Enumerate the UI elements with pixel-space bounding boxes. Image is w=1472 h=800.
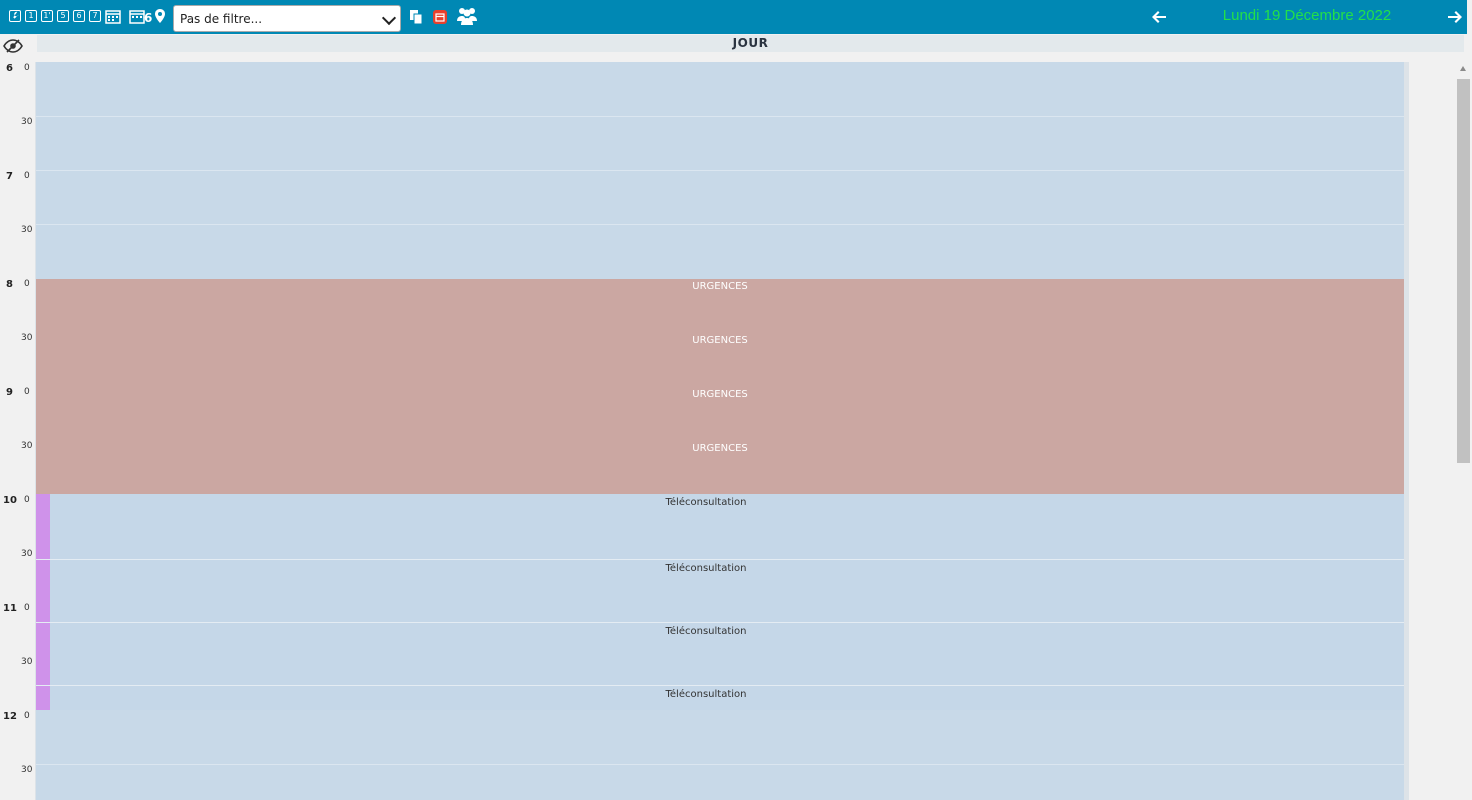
day-5-button[interactable]: 5: [57, 10, 69, 22]
filter-select[interactable]: Pas de filtre...: [173, 5, 401, 32]
urgences-label: URGENCES: [692, 281, 748, 292]
agenda-slot[interactable]: [36, 62, 1404, 116]
minute-label: 30: [21, 333, 33, 343]
hour-label: 7: [6, 171, 13, 182]
teleconsultation-label: Téléconsultation: [665, 689, 747, 700]
minute-label: 30: [21, 441, 33, 451]
top-toolbar: 1 1' 5 6 7 6 Pas de filtre... Lundi 19 D…: [0, 0, 1467, 34]
day-1-button[interactable]: 1: [25, 10, 37, 22]
minute-label: 0: [24, 603, 30, 613]
minute-label: 30: [21, 657, 33, 667]
minute-label: 30: [21, 549, 33, 559]
teleconsultation-slot[interactable]: Téléconsultation: [36, 685, 1404, 710]
hour-label: 8: [6, 279, 13, 290]
filter-select-value: Pas de filtre...: [180, 11, 263, 26]
hour-label: 9: [6, 387, 13, 398]
users-icon[interactable]: [457, 7, 477, 28]
teleconsultation-slot[interactable]: Téléconsultation: [36, 559, 1404, 622]
day-6-button[interactable]: 6: [73, 10, 85, 22]
chevron-down-icon: [381, 10, 397, 26]
previous-day-arrow-icon[interactable]: [1151, 9, 1167, 25]
minute-label: 0: [24, 711, 30, 721]
day-7-button[interactable]: 7: [89, 10, 101, 22]
minute-label: 0: [24, 495, 30, 505]
scrollbar-thumb[interactable]: [1457, 79, 1470, 463]
teleconsultation-label: Téléconsultation: [665, 626, 747, 637]
minute-label: 30: [21, 765, 33, 775]
wrench-icon[interactable]: [9, 10, 21, 22]
next-day-arrow-icon[interactable]: [1447, 9, 1463, 25]
hour-label: 11: [3, 603, 17, 614]
minute-label: 0: [24, 63, 30, 73]
visibility-toggle-icon[interactable]: [3, 38, 23, 57]
minute-label: 30: [21, 117, 33, 127]
calendar-red-icon[interactable]: [433, 10, 447, 27]
map-pin-icon[interactable]: [155, 9, 165, 26]
urgences-label: URGENCES: [692, 443, 748, 454]
agenda-slot[interactable]: [36, 116, 1404, 170]
urgences-label: URGENCES: [692, 335, 748, 346]
minute-label: 0: [24, 171, 30, 181]
teleconsultation-label: Téléconsultation: [665, 497, 747, 508]
multi-calendar-count: 6: [144, 11, 153, 25]
agenda-slot[interactable]: [36, 764, 1404, 800]
teleconsultation-label: Téléconsultation: [665, 563, 747, 574]
urgences-label: URGENCES: [692, 389, 748, 400]
multi-calendar-icon[interactable]: [129, 8, 145, 27]
scroll-up-arrow-icon[interactable]: [1460, 66, 1466, 71]
hour-label: 12: [3, 711, 17, 722]
current-date-title: Lundi 19 Décembre 2022: [1222, 7, 1392, 24]
calendar-grid-icon[interactable]: [105, 8, 121, 27]
hour-label: 6: [6, 63, 13, 74]
agenda-slot[interactable]: [36, 710, 1404, 764]
agenda-slot[interactable]: [36, 170, 1404, 224]
minute-label: 0: [24, 279, 30, 289]
teleconsultation-slot[interactable]: Téléconsultation: [36, 622, 1404, 685]
vertical-scrollbar[interactable]: [1455, 62, 1472, 800]
minute-label: 30: [21, 225, 33, 235]
day-1-prime-button[interactable]: 1': [41, 10, 53, 22]
hour-label: 10: [3, 495, 17, 506]
teleconsultation-slot[interactable]: Téléconsultation: [36, 494, 1404, 559]
minute-label: 0: [24, 387, 30, 397]
agenda-slot[interactable]: [36, 224, 1404, 279]
copy-icon[interactable]: [409, 9, 424, 28]
day-column-header: JOUR: [37, 35, 1464, 52]
urgences-block[interactable]: URGENCES URGENCES URGENCES URGENCES: [36, 279, 1404, 494]
